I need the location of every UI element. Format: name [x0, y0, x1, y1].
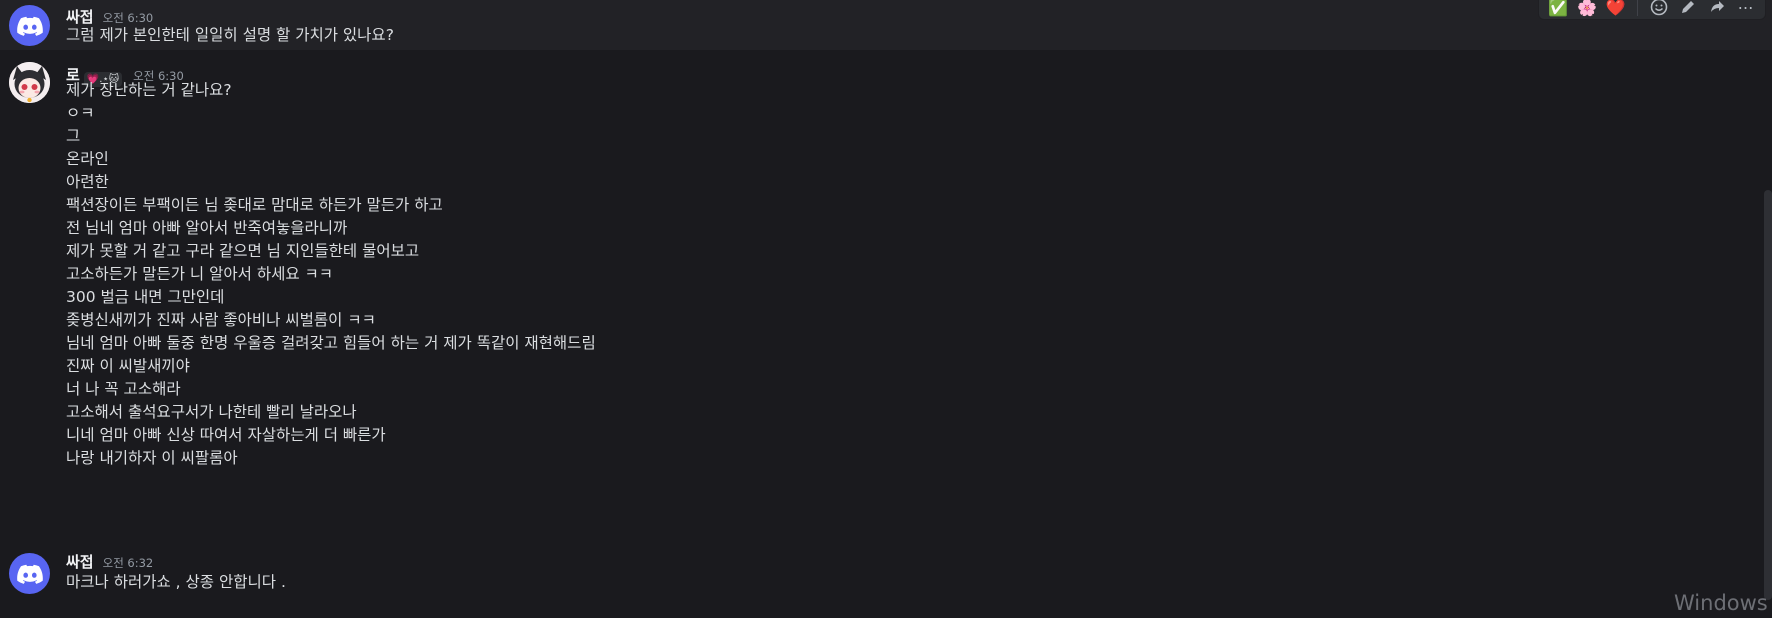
scrollbar-thumb[interactable] [1764, 190, 1772, 600]
message-text: 온라인 [66, 150, 109, 168]
reaction-heart-icon[interactable]: ❤️ [1604, 0, 1627, 18]
add-reaction-icon[interactable] [1648, 0, 1671, 18]
anime-avatar-icon [9, 62, 50, 103]
message-text: 진짜 이 씨발새끼야 [66, 357, 190, 375]
reaction-check-icon[interactable]: ✅ [1547, 0, 1570, 18]
message-text: 좆병신새끼가 진짜 사람 좋아비나 씨벌롬이 ㅋㅋ [66, 311, 376, 329]
more-icon[interactable]: ⋯ [1734, 0, 1757, 18]
message-text: 그 [66, 127, 81, 145]
reply-icon[interactable] [1706, 0, 1729, 18]
message-text: 니네 엄마 아빠 신상 따여서 자살하는게 더 빠른가 [66, 426, 386, 444]
username[interactable]: 싸접 [66, 6, 94, 27]
avatar[interactable] [9, 553, 50, 594]
message-group[interactable]: 싸접 오전 6:30 그럼 제가 본인한테 일일히 설명 할 가치가 있나요? … [0, 0, 1772, 50]
message-text: 아련한 [66, 173, 109, 191]
message-text: 님네 엄마 아빠 둘중 한명 우울증 걸려갖고 힘들어 하는 거 제가 똑같이 … [66, 334, 596, 352]
message-text: 전 님네 엄마 아빠 알아서 반죽여놓을라니까 [66, 219, 348, 237]
reaction-flower-icon[interactable]: 🌸 [1576, 0, 1599, 18]
username[interactable]: 싸접 [66, 551, 94, 572]
message-text: 제가 못할 거 같고 구라 같으면 님 지인들한테 물어보고 [66, 242, 420, 260]
message-group[interactable]: 싸접 오전 6:32 마크나 하러가쇼 , 상종 안합니다 . [0, 550, 1772, 600]
message-group[interactable]: 로 💗.⋆🐱 오전 6:30 제가 장난하는 거 같나요? ㅇㅋ 그 온라인 아… [0, 62, 1772, 482]
discord-logo-icon [16, 16, 43, 36]
message-text: 고소해서 출석요구서가 나한테 빨리 날라오나 [66, 403, 357, 421]
windows-watermark: Windows ? [1674, 591, 1772, 615]
timestamp[interactable]: 오전 6:32 [103, 555, 154, 571]
message-text: 제가 장난하는 거 같나요? [66, 81, 232, 99]
message-toolbar: ✅ 🌸 ❤️ ⋯ [1538, 0, 1766, 20]
message-text: 너 나 꼭 고소해라 [66, 380, 181, 398]
message-text: 마크나 하러가쇼 , 상종 안합니다 . [66, 573, 286, 591]
edit-icon[interactable] [1677, 0, 1700, 18]
discord-logo-icon [16, 564, 43, 584]
avatar[interactable] [9, 5, 50, 46]
message-text: 나랑 내기하자 이 씨팔롬아 [66, 449, 238, 467]
avatar[interactable] [9, 62, 50, 103]
message-text: 팩션장이든 부팩이든 님 좆대로 맘대로 하든가 말든가 하고 [66, 196, 443, 214]
message-text: 고소하든가 말든가 니 알아서 하세요 ㅋㅋ [66, 265, 334, 283]
message-text: ㅇㅋ [66, 104, 95, 122]
divider [1637, 0, 1639, 16]
message-text: 그럼 제가 본인한테 일일히 설명 할 가치가 있나요? [66, 26, 394, 44]
message-text: 300 벌금 내면 그만인데 [66, 288, 225, 306]
timestamp[interactable]: 오전 6:30 [103, 10, 154, 26]
